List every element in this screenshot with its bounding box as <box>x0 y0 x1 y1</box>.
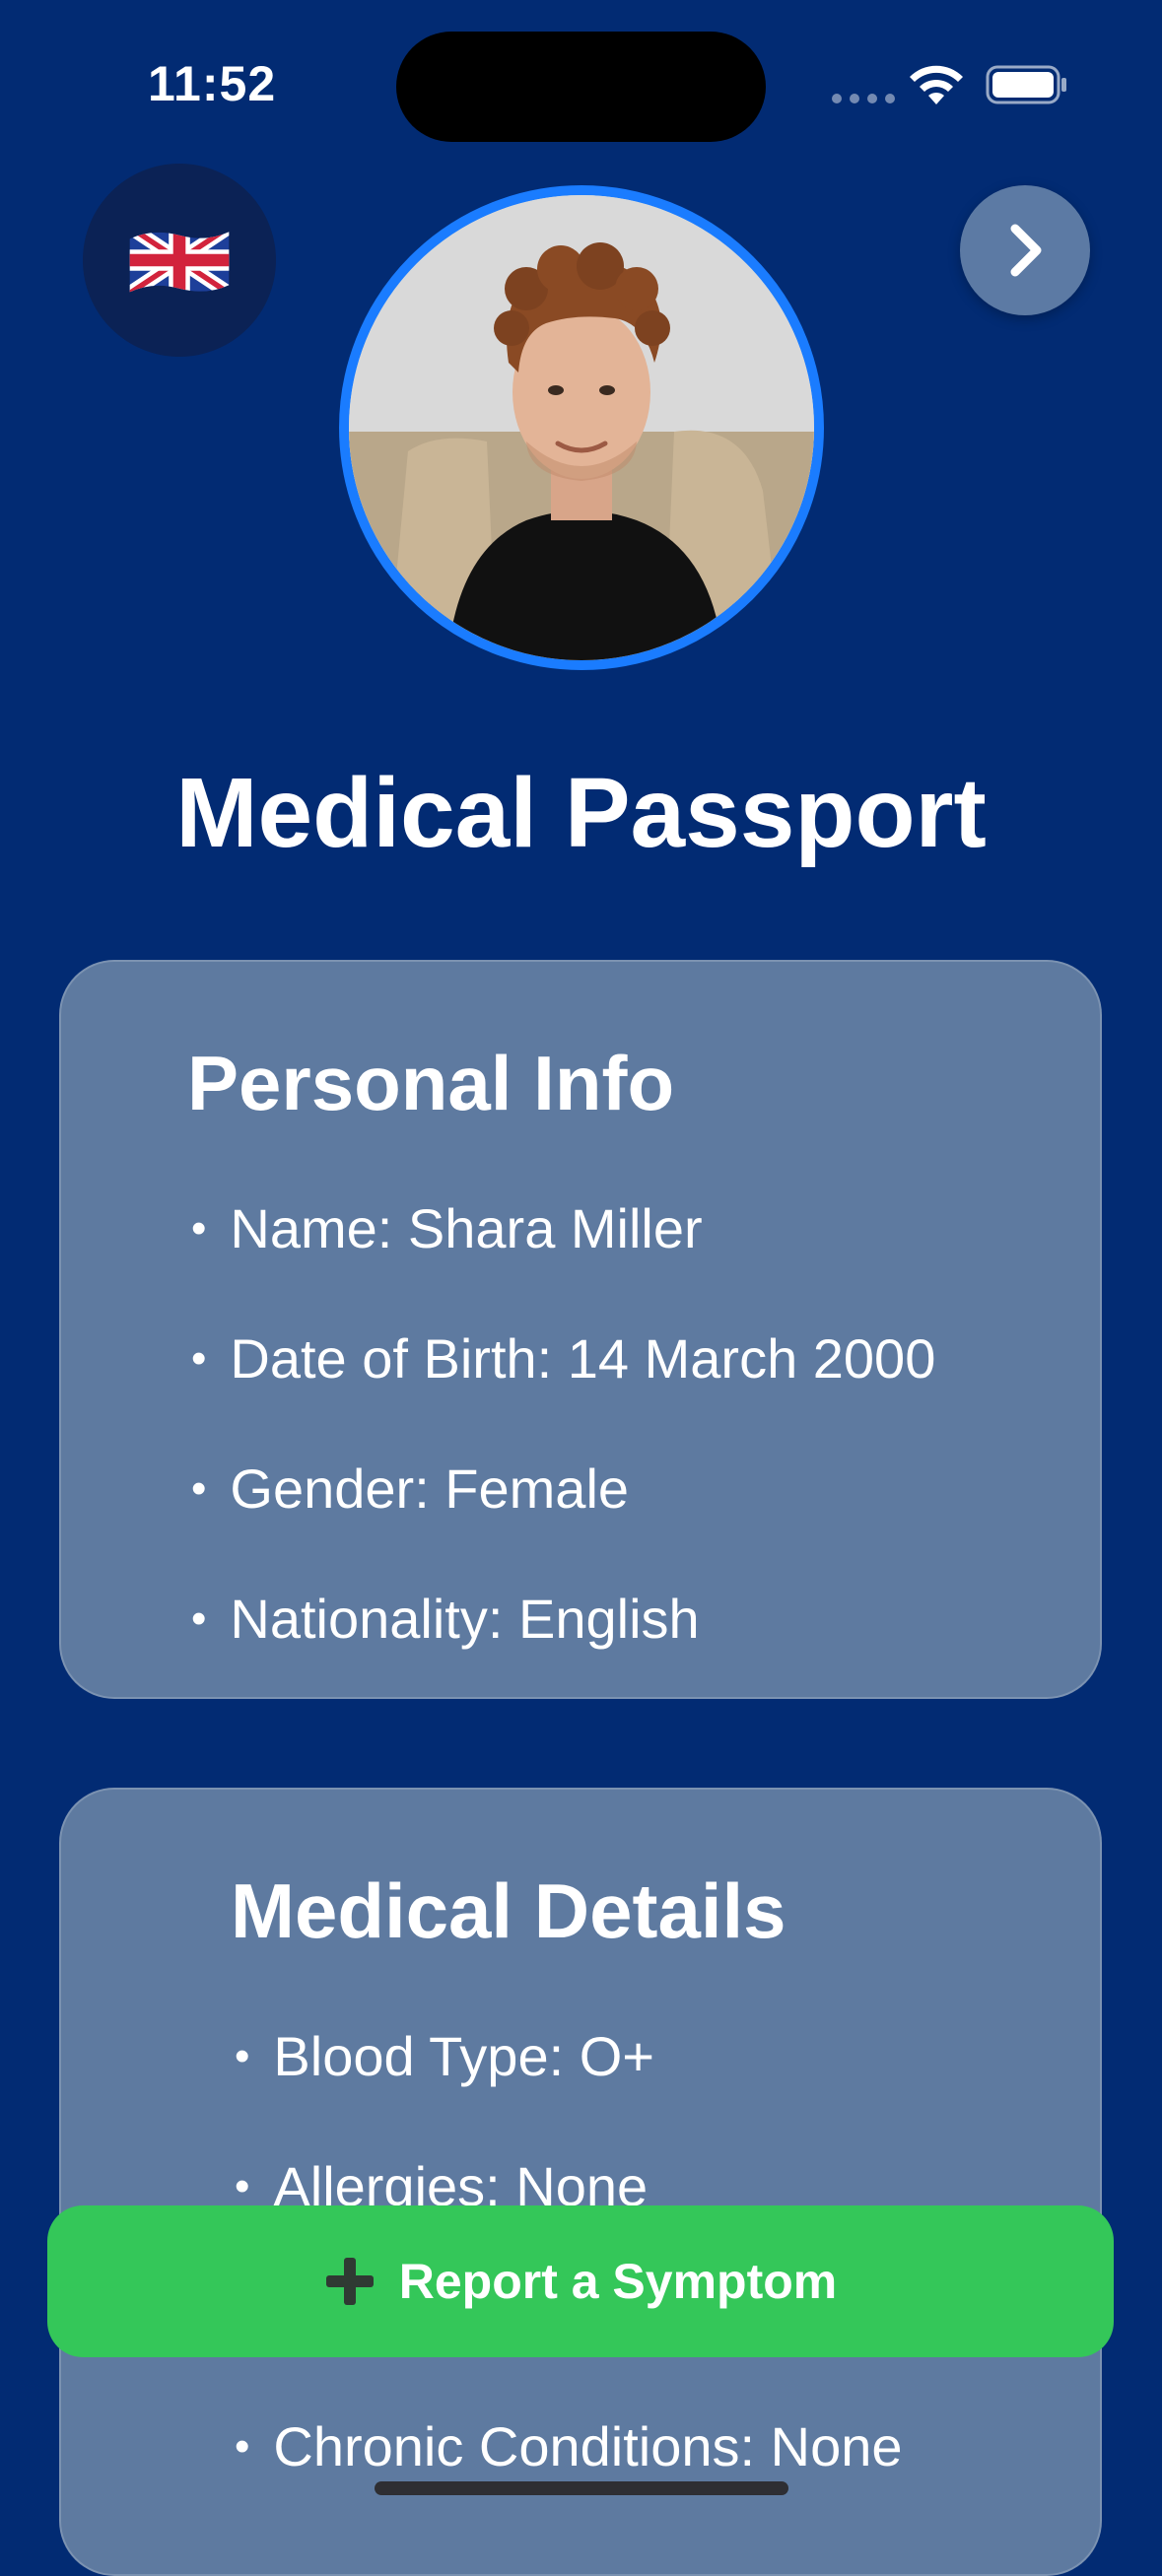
medical-details-card: Medical Details • Blood Type: O+ • Aller… <box>59 1788 1102 2576</box>
avatar <box>339 185 824 670</box>
bullet: • <box>191 1333 207 1383</box>
personal-info-card: Personal Info • Name: Shara Miller • Dat… <box>59 960 1102 1699</box>
next-button[interactable] <box>960 185 1090 315</box>
gender-row: • Gender: Female <box>191 1457 629 1521</box>
language-button[interactable] <box>83 164 276 357</box>
bullet: • <box>235 2031 250 2080</box>
report-symptom-button[interactable]: Report a Symptom <box>47 2205 1114 2357</box>
cellular-signal-icon <box>832 94 895 103</box>
battery-icon <box>986 65 1066 104</box>
bullet: • <box>191 1593 207 1643</box>
gender-value: Gender: Female <box>230 1457 630 1520</box>
wifi-icon <box>910 65 963 104</box>
date-of-birth-row: • Date of Birth: 14 March 2000 <box>191 1326 935 1390</box>
page-title: Medical Passport <box>175 758 987 868</box>
blood-type-value: Blood Type: O+ <box>273 2025 654 2087</box>
medical-details-heading: Medical Details <box>231 1867 786 1954</box>
chronic-conditions-row: • Chronic Conditions: None <box>235 2414 903 2478</box>
profile-photo <box>349 195 814 660</box>
report-symptom-label: Report a Symptom <box>398 2254 838 2309</box>
plus-icon <box>325 2258 374 2305</box>
bullet: • <box>191 1203 207 1253</box>
date-of-birth-value: Date of Birth: 14 March 2000 <box>230 1327 936 1390</box>
chevron-right-icon <box>1010 224 1042 277</box>
personal-info-heading: Personal Info <box>187 1040 675 1126</box>
uk-flag-icon <box>129 232 230 293</box>
chronic-conditions-value: Chronic Conditions: None <box>273 2415 903 2477</box>
nationality-row: • Nationality: English <box>191 1587 700 1651</box>
status-time: 11:52 <box>148 56 277 111</box>
nationality-value: Nationality: English <box>230 1588 700 1650</box>
bullet: • <box>235 2161 250 2210</box>
bullet: • <box>191 1463 207 1513</box>
name-value: Name: Shara Miller <box>230 1197 703 1259</box>
dynamic-island <box>396 32 766 142</box>
blood-type-row: • Blood Type: O+ <box>235 2024 654 2088</box>
name-row: • Name: Shara Miller <box>191 1196 703 1260</box>
bullet: • <box>235 2421 250 2471</box>
home-indicator[interactable] <box>375 2481 788 2495</box>
